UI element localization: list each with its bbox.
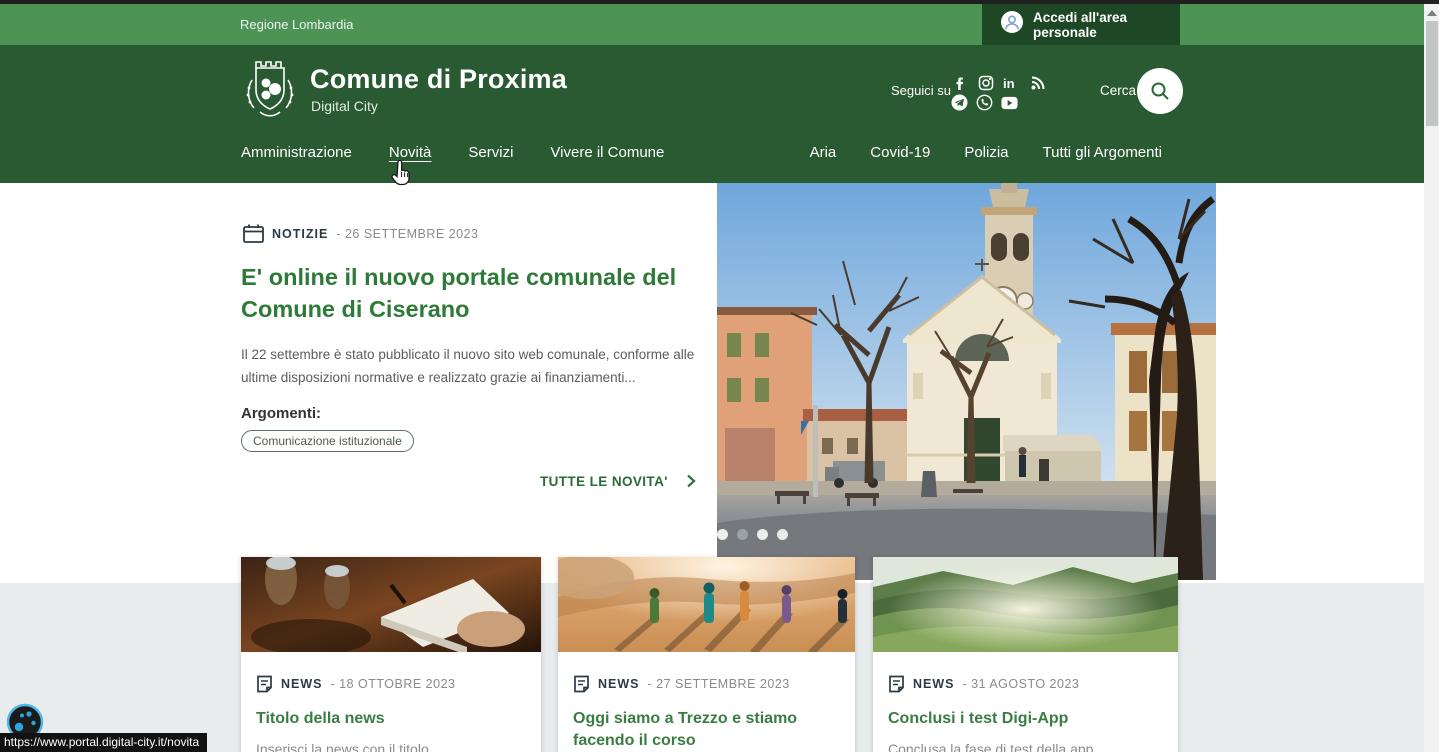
hero-summary: Il 22 settembre è stato pubblicato il nu… — [241, 343, 696, 389]
hero-category-label[interactable]: NOTIZIE — [272, 227, 328, 241]
card-label[interactable]: NEWS — [281, 677, 323, 691]
news-card[interactable]: NEWS - 27 SETTEMBRE 2023 Oggi siamo a Tr… — [558, 557, 855, 752]
instagram-icon[interactable] — [977, 74, 994, 91]
nav-vivere-il-comune[interactable]: Vivere il Comune — [550, 137, 664, 169]
card-label[interactable]: NEWS — [598, 677, 640, 691]
card-meta: NEWS - 18 OTTOBRE 2023 — [256, 675, 526, 693]
site-title[interactable]: Comune di Proxima — [310, 64, 567, 95]
search-label: Cerca — [1100, 83, 1136, 98]
scrollbar[interactable] — [1424, 4, 1439, 752]
comune-crest-logo[interactable] — [242, 58, 298, 129]
status-url-bar: https://www.portal.digital-city.it/novit… — [0, 733, 207, 752]
card-title[interactable]: Conclusi i test Digi-App — [888, 708, 1163, 730]
card-label[interactable]: NEWS — [913, 677, 955, 691]
primary-nav: Amministrazione Novità Servizi Vivere il… — [241, 137, 664, 169]
carousel-dot-3[interactable] — [757, 529, 768, 540]
secondary-nav: Aria Covid-19 Polizia Tutti gli Argoment… — [810, 137, 1162, 169]
card-meta: NEWS - 31 AGOSTO 2023 — [888, 675, 1163, 693]
card-date: - 27 SETTEMBRE 2023 — [648, 677, 790, 691]
news-card-image-mountains — [873, 557, 1178, 652]
card-meta: NEWS - 27 SETTEMBRE 2023 — [573, 675, 840, 693]
all-news-link[interactable]: TUTTE LE NOVITA' — [241, 474, 696, 489]
hero-carousel-image[interactable] — [717, 183, 1216, 580]
news-card-image-signing — [241, 557, 541, 652]
hero-meta: NOTIZIE - 26 SETTEMBRE 2023 — [243, 224, 479, 243]
region-label: Regione Lombardia — [240, 4, 353, 45]
browser-top-strip — [0, 0, 1439, 4]
login-label: Accedi all'area personale — [1033, 10, 1180, 40]
facebook-icon[interactable] — [951, 74, 968, 91]
svg-text:in: in — [1003, 76, 1015, 91]
site-subtitle: Digital City — [311, 98, 378, 114]
search-icon — [1150, 81, 1170, 101]
nav-aria[interactable]: Aria — [810, 137, 837, 169]
carousel-dot-4[interactable] — [777, 529, 788, 540]
news-doc-icon — [888, 675, 905, 693]
card-title[interactable]: Titolo della news — [256, 708, 526, 730]
chevron-right-icon — [686, 474, 696, 488]
calendar-icon — [243, 224, 264, 243]
search-button[interactable] — [1137, 68, 1183, 114]
nav-tutti-argomenti[interactable]: Tutti gli Argomenti — [1043, 137, 1163, 169]
scrollbar-thumb[interactable] — [1426, 21, 1438, 126]
social-icons-row1: in — [951, 74, 1046, 91]
topics-label: Argomenti: — [241, 405, 321, 422]
mouse-cursor-icon — [391, 160, 413, 193]
login-button[interactable]: Accedi all'area personale — [982, 4, 1180, 45]
news-card[interactable]: NEWS - 18 OTTOBRE 2023 Titolo della news… — [241, 557, 541, 752]
card-date: - 18 OTTOBRE 2023 — [331, 677, 456, 691]
card-title[interactable]: Oggi siamo a Trezzo e stiamo facendo il … — [573, 708, 840, 752]
hero-date: - 26 SETTEMBRE 2023 — [336, 227, 478, 241]
news-doc-icon — [256, 675, 273, 693]
carousel-dot-1[interactable] — [717, 529, 728, 540]
nav-servizi[interactable]: Servizi — [468, 137, 513, 169]
topic-tag-chip[interactable]: Comunicazione istituzionale — [241, 430, 414, 452]
topbar: Regione Lombardia Accedi all'area person… — [0, 4, 1424, 45]
nav-covid19[interactable]: Covid-19 — [870, 137, 930, 169]
card-summary: Inserisci la news con il titolo... — [256, 739, 526, 752]
rss-icon[interactable] — [1029, 74, 1046, 91]
hero-title[interactable]: E' online il nuovo portale comunale del … — [241, 261, 709, 325]
card-date: - 31 AGOSTO 2023 — [963, 677, 1080, 691]
page: Regione Lombardia Accedi all'area person… — [0, 0, 1439, 752]
whatsapp-icon[interactable] — [976, 94, 993, 111]
all-news-label: TUTTE LE NOVITA' — [540, 474, 668, 489]
follow-label: Seguici su — [891, 83, 951, 98]
scrollbar-up-arrow-icon[interactable] — [1427, 10, 1437, 16]
social-icons-row2 — [951, 94, 1018, 111]
linkedin-icon[interactable]: in — [1003, 74, 1020, 91]
news-card[interactable]: NEWS - 31 AGOSTO 2023 Conclusi i test Di… — [873, 557, 1178, 752]
news-card-image-figurines — [558, 557, 855, 652]
hero-section: NOTIZIE - 26 SETTEMBRE 2023 E' online il… — [0, 183, 1424, 583]
youtube-icon[interactable] — [1001, 94, 1018, 111]
site-header: Comune di Proxima Digital City Seguici s… — [0, 45, 1424, 183]
card-summary: Conclusa la fase di test della app... — [888, 739, 1163, 752]
user-icon — [1000, 10, 1024, 39]
nav-polizia[interactable]: Polizia — [964, 137, 1008, 169]
news-doc-icon — [573, 675, 590, 693]
carousel-dots — [717, 529, 788, 540]
nav-amministrazione[interactable]: Amministrazione — [241, 137, 352, 169]
carousel-dot-2-active[interactable] — [737, 529, 748, 540]
telegram-icon[interactable] — [951, 94, 968, 111]
